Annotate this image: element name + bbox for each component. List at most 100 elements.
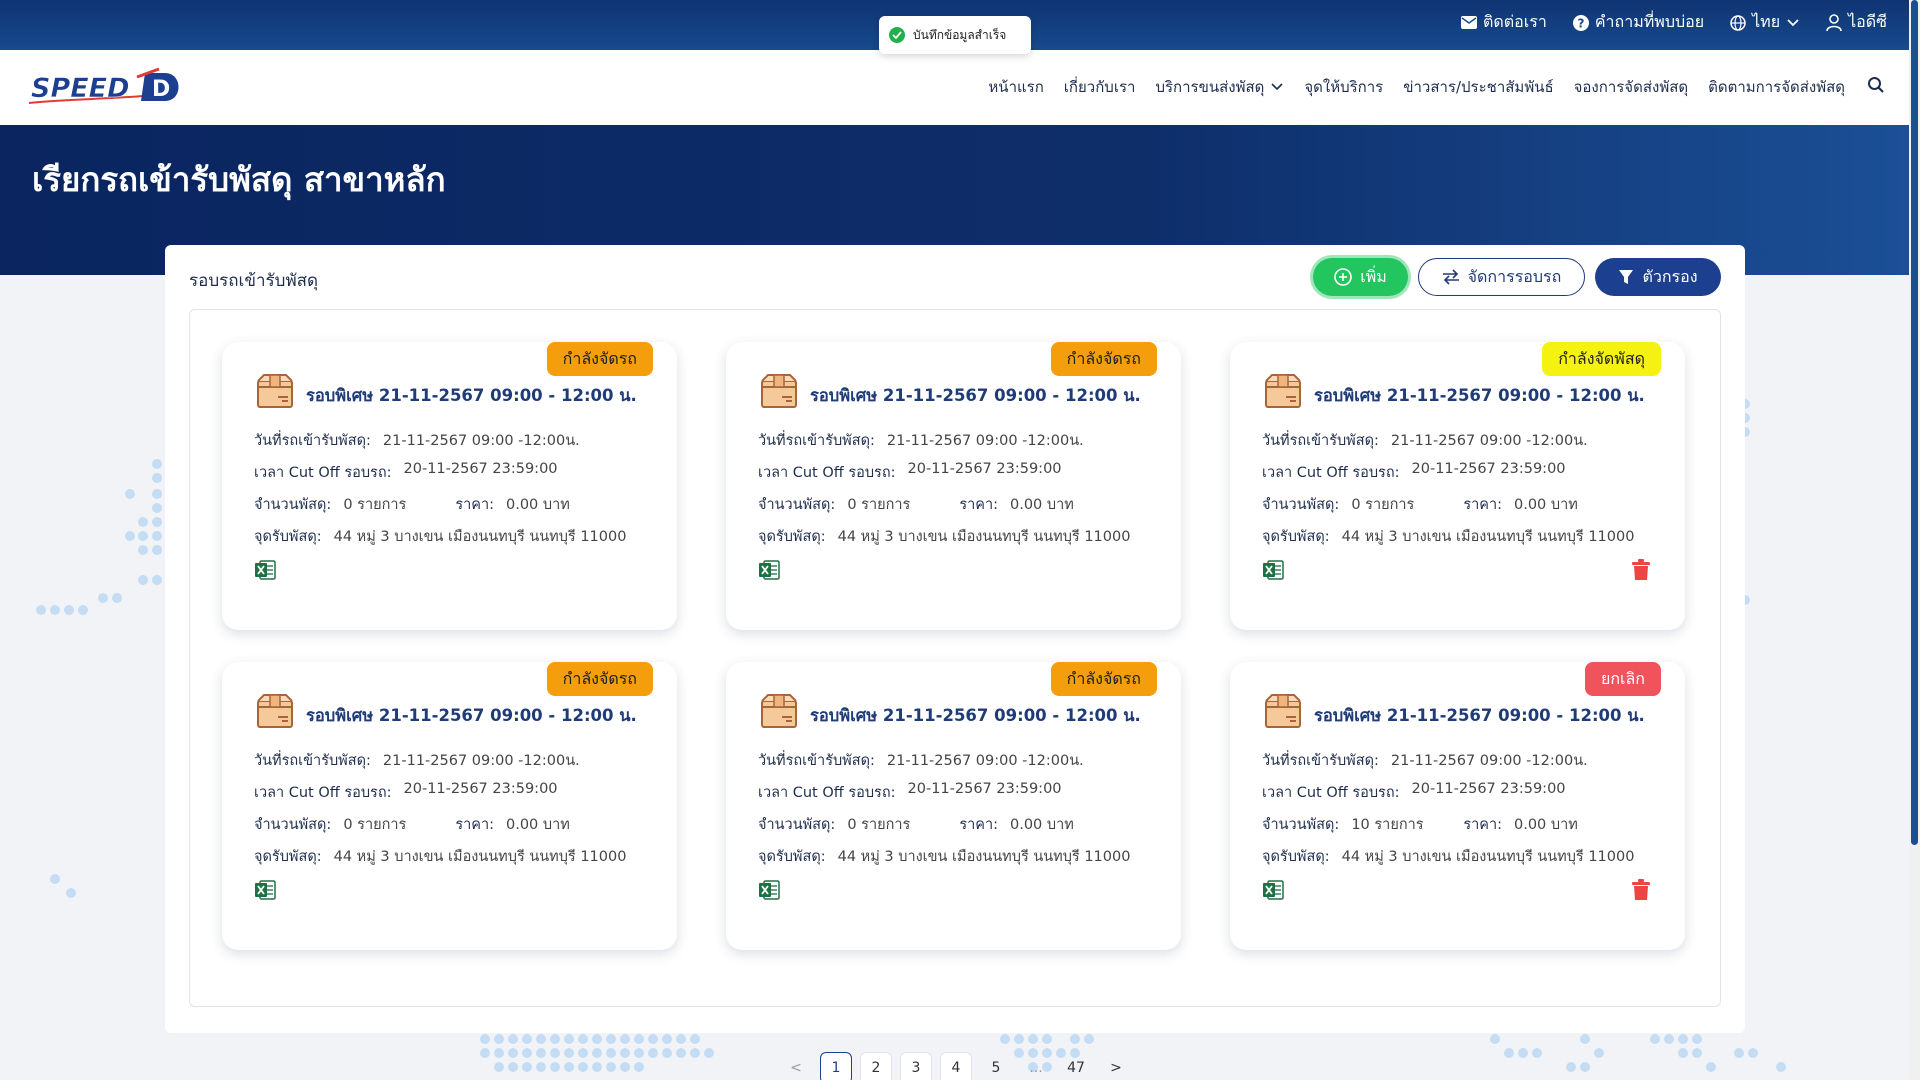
pickup-date-value: 21-11-2567 09:00 -12:00น. bbox=[1390, 753, 1588, 769]
nav-news[interactable]: ข่าวสาร/ประชาสัมพันธ์ bbox=[1403, 75, 1553, 99]
price-value: 0.00 บาท bbox=[1514, 497, 1578, 513]
prev-page-button[interactable]: < bbox=[780, 1052, 812, 1080]
pickup-date-row: วันที่รถเข้ารับพัสดุ: 21-11-2567 09:00 -1… bbox=[254, 749, 580, 772]
pickup-round-card[interactable]: กำลังจัดรถ รอบพิเศษ 21-11-2567 09:00 - 12… bbox=[222, 342, 677, 630]
excel-export-icon[interactable] bbox=[254, 559, 276, 581]
nav-home[interactable]: หน้าแรก bbox=[988, 75, 1043, 99]
cutoff-value: 20-11-2567 23:59:00 bbox=[403, 461, 558, 477]
parcel-box-icon bbox=[1264, 693, 1302, 729]
pickup-date-row: วันที่รถเข้ารับพัสดุ: 21-11-2567 09:00 -1… bbox=[254, 429, 580, 452]
pickup-rounds-panel: รอบรถเข้ารับพัสดุ เพิ่ม จัดการรอบรถ ตัวก… bbox=[165, 245, 1745, 1033]
page-4[interactable]: 4 bbox=[940, 1052, 972, 1080]
excel-export-icon[interactable] bbox=[254, 879, 276, 901]
next-page-button[interactable]: > bbox=[1100, 1052, 1132, 1080]
cutoff-value: 20-11-2567 23:59:00 bbox=[1411, 461, 1566, 477]
manage-rounds-label: จัดการรอบรถ bbox=[1467, 266, 1562, 286]
count-price-row: จำนวนพัสดุ: 0 รายการ ราคา: 0.00 บาท bbox=[758, 493, 1074, 516]
pickup-date-label: วันที่รถเข้ารับพัสดุ: bbox=[254, 753, 371, 769]
card-title: รอบพิเศษ 21-11-2567 09:00 - 12:00 น. bbox=[1314, 386, 1645, 405]
location-label: จุดรับพัสดุ: bbox=[758, 529, 826, 545]
cutoff-label: เวลา Cut Off รอบรถ: bbox=[758, 785, 896, 801]
plus-circle-icon bbox=[1334, 268, 1353, 286]
page-2[interactable]: 2 bbox=[860, 1052, 892, 1080]
cutoff-label: เวลา Cut Off รอบรถ: bbox=[1262, 465, 1400, 481]
parcel-box-icon bbox=[760, 373, 798, 409]
nav-service-points[interactable]: จุดให้บริการ bbox=[1304, 75, 1383, 99]
pickup-date-label: วันที่รถเข้ารับพัสดุ: bbox=[254, 433, 371, 449]
cutoff-value: 20-11-2567 23:59:00 bbox=[907, 781, 1062, 797]
language-label: ไทย bbox=[1752, 12, 1781, 31]
card-title: รอบพิเศษ 21-11-2567 09:00 - 12:00 น. bbox=[810, 706, 1141, 725]
contact-link[interactable]: ติดต่อเรา bbox=[1461, 10, 1547, 35]
pickup-round-card[interactable]: กำลังจัดรถ รอบพิเศษ 21-11-2567 09:00 - 12… bbox=[726, 342, 1181, 630]
count-price-row: จำนวนพัสดุ: 0 รายการ ราคา: 0.00 บาท bbox=[254, 813, 570, 836]
manage-rounds-button[interactable]: จัดการรอบรถ bbox=[1418, 258, 1585, 296]
trash-icon[interactable] bbox=[1631, 879, 1651, 901]
pickup-round-card[interactable]: กำลังจัดพัสดุ รอบพิเศษ 21-11-2567 09:00 -… bbox=[1230, 342, 1685, 630]
page-scrollbar[interactable] bbox=[1909, 0, 1920, 1080]
pickup-round-card[interactable]: กำลังจัดรถ รอบพิเศษ 21-11-2567 09:00 - 12… bbox=[222, 662, 677, 950]
cutoff-row: เวลา Cut Off รอบรถ: 20-11-2567 23:59:00 bbox=[254, 461, 558, 484]
nav-about[interactable]: เกี่ยวกับเรา bbox=[1064, 75, 1136, 99]
price-label: ราคา: bbox=[455, 817, 494, 833]
parcel-box-icon bbox=[760, 693, 798, 729]
location-row: จุดรับพัสดุ: 44 หมู่ 3 บางเขน เมืองนนทบุร… bbox=[254, 845, 626, 868]
scrollbar-thumb[interactable] bbox=[1911, 0, 1918, 845]
faq-link[interactable]: ? คำถามที่พบบ่อย bbox=[1572, 10, 1704, 35]
cutoff-row: เวลา Cut Off รอบรถ: 20-11-2567 23:59:00 bbox=[1262, 781, 1566, 804]
mail-icon bbox=[1461, 16, 1477, 29]
price-value: 0.00 บาท bbox=[1010, 817, 1074, 833]
cutoff-label: เวลา Cut Off รอบรถ: bbox=[758, 465, 896, 481]
page-5[interactable]: 5 bbox=[980, 1052, 1012, 1080]
excel-export-icon[interactable] bbox=[1262, 559, 1284, 581]
excel-export-icon[interactable] bbox=[758, 879, 780, 901]
filter-icon bbox=[1619, 270, 1634, 284]
cutoff-row: เวลา Cut Off รอบรถ: 20-11-2567 23:59:00 bbox=[758, 781, 1062, 804]
price-label: ราคา: bbox=[1463, 497, 1502, 513]
page-47[interactable]: 47 bbox=[1060, 1052, 1092, 1080]
cutoff-value: 20-11-2567 23:59:00 bbox=[403, 781, 558, 797]
user-menu[interactable]: ไอดีซี bbox=[1826, 10, 1887, 35]
swap-arrows-icon bbox=[1442, 269, 1459, 285]
nav-services[interactable]: บริการขนส่งพัสดุ bbox=[1155, 75, 1284, 99]
page-1[interactable]: 1 bbox=[820, 1052, 852, 1080]
language-selector[interactable]: ไทย bbox=[1730, 10, 1800, 35]
nav-booking[interactable]: จองการจัดส่งพัสดุ bbox=[1574, 75, 1688, 99]
parcel-box-icon bbox=[1264, 373, 1302, 409]
decorative-dots-bottom-right bbox=[1480, 1030, 1810, 1080]
count-value: 0 รายการ bbox=[1351, 497, 1415, 513]
pickup-round-card[interactable]: กำลังจัดรถรอบพิเศษ 21-11-2567 09:00 - 12… bbox=[726, 662, 1181, 950]
pagination: < 1 2 3 4 5 ... 47 > bbox=[780, 1052, 1132, 1080]
pickup-date-value: 21-11-2567 09:00 -12:00น. bbox=[886, 753, 1084, 769]
location-row: จุดรับพัสดุ: 44 หมู่ 3 บางเขน เมืองนนทบุร… bbox=[758, 845, 1130, 868]
main-navbar: SPEED D หน้าแรก เกี่ยวกับเรา บริการขนส่ง… bbox=[0, 50, 1909, 125]
status-badge: กำลังจัดรถ bbox=[1050, 662, 1157, 696]
svg-text:SPEED: SPEED bbox=[31, 73, 130, 104]
status-badge: กำลังจัดรถ bbox=[546, 342, 653, 376]
excel-export-icon[interactable] bbox=[1262, 879, 1284, 901]
contact-label: ติดต่อเรา bbox=[1483, 12, 1547, 31]
decorative-dots-left-lower bbox=[50, 870, 90, 910]
page-title: เรียกรถเข้ารับพัสดุ สาขาหลัก bbox=[32, 160, 446, 199]
location-label: จุดรับพัสดุ: bbox=[1262, 529, 1330, 545]
location-label: จุดรับพัสดุ: bbox=[758, 849, 826, 865]
speed-d-logo[interactable]: SPEED D bbox=[25, 65, 185, 109]
pickup-date-row: วันที่รถเข้ารับพัสดุ: 21-11-2567 09:00 -1… bbox=[758, 749, 1084, 772]
count-label: จำนวนพัสดุ: bbox=[1262, 497, 1340, 513]
add-button[interactable]: เพิ่ม bbox=[1313, 258, 1408, 296]
excel-export-icon[interactable] bbox=[758, 559, 780, 581]
nav-tracking[interactable]: ติดตามการจัดส่งพัสดุ bbox=[1708, 75, 1845, 99]
trash-icon[interactable] bbox=[1631, 559, 1651, 581]
page-3[interactable]: 3 bbox=[900, 1052, 932, 1080]
parcel-box-icon bbox=[256, 693, 294, 729]
price-value: 0.00 บาท bbox=[506, 497, 570, 513]
search-icon[interactable] bbox=[1867, 76, 1885, 98]
pickup-date-label: วันที่รถเข้ารับพัสดุ: bbox=[758, 433, 875, 449]
price-label: ราคา: bbox=[455, 497, 494, 513]
pickup-date-row: วันที่รถเข้ารับพัสดุ: 21-11-2567 09:00 -1… bbox=[758, 429, 1084, 452]
user-icon bbox=[1826, 13, 1842, 31]
pickup-round-card[interactable]: ยกเลิก รอบพิเศษ 21-11-2567 09:00 - 12:00 … bbox=[1230, 662, 1685, 950]
filter-button[interactable]: ตัวกรอง bbox=[1595, 258, 1721, 296]
cutoff-row: เวลา Cut Off รอบรถ: 20-11-2567 23:59:00 bbox=[1262, 461, 1566, 484]
top-links: ติดต่อเรา ? คำถามที่พบบ่อย ไทย ไอดีซี bbox=[1461, 10, 1887, 35]
